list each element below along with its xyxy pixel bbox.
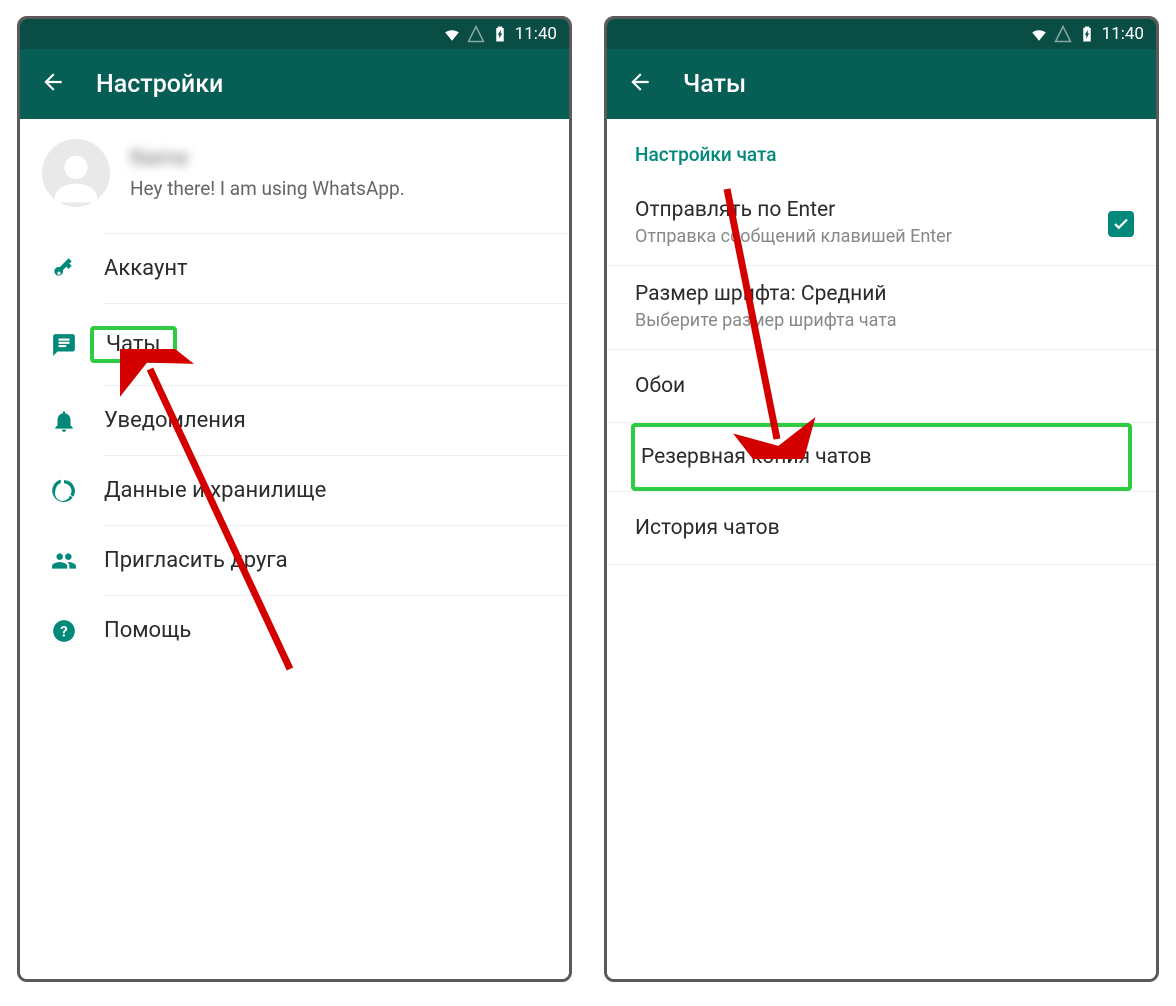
menu-account[interactable]: Аккаунт [104,233,569,304]
menu-notifications[interactable]: Уведомления [104,386,569,456]
checkbox-checked[interactable] [1108,211,1134,237]
row-font-size[interactable]: Размер шрифта: Средний Выберите размер ш… [607,266,1156,350]
menu-label: Пригласить друга [104,548,288,573]
section-header: Настройки чата [607,119,1156,182]
person-icon [48,151,104,207]
row-primary: Резервная копия чатов [639,445,1124,469]
arrow-left-icon [40,69,66,95]
people-icon [48,545,80,577]
screen-chats: 11:40 Чаты Настройки чата Отправлять по … [604,16,1159,982]
row-primary: Обои [635,374,1128,398]
battery-icon [491,25,509,43]
content: Name Hey there! I am using WhatsApp. Акк… [20,119,569,979]
signal-icon [467,25,485,43]
row-primary: Отправлять по Enter [635,198,1128,222]
svg-text:?: ? [60,622,68,640]
menu-data[interactable]: Данные и хранилище [104,456,569,526]
row-primary: Размер шрифта: Средний [635,282,1128,306]
profile-row[interactable]: Name Hey there! I am using WhatsApp. [20,119,569,233]
menu-chats[interactable]: Чаты [104,304,569,386]
page-title: Настройки [96,70,223,99]
chats-highlight: Чаты [90,326,177,363]
menu-help[interactable]: ? Помощь [104,596,569,665]
row-wallpaper[interactable]: Обои [607,350,1156,423]
app-bar: Чаты [607,49,1156,119]
menu-label: Помощь [104,618,191,643]
check-icon [1112,215,1130,233]
help-icon: ? [48,615,80,647]
menu-invite[interactable]: Пригласить друга [104,526,569,596]
menu-label: Уведомления [104,408,246,433]
profile-status: Hey there! I am using WhatsApp. [130,177,405,200]
profile-name-blurred: Name [130,146,405,171]
status-time: 11:40 [515,24,557,44]
back-button[interactable] [40,69,66,99]
row-enter-send[interactable]: Отправлять по Enter Отправка сообщений к… [607,182,1156,266]
row-primary: История чатов [635,516,1128,540]
row-secondary: Выберите размер шрифта чата [635,310,1128,331]
row-history[interactable]: История чатов [607,491,1156,565]
menu-label: Чаты [106,332,161,357]
signal-icon [1054,25,1072,43]
back-button[interactable] [627,69,653,99]
screen-settings: 11:40 Настройки Name Hey there! I am usi… [17,16,572,982]
battery-icon [1078,25,1096,43]
wifi-icon [1030,25,1048,43]
row-secondary: Отправка сообщений клавишей Enter [635,226,1128,247]
app-bar: Настройки [20,49,569,119]
status-bar: 11:40 [607,19,1156,49]
page-title: Чаты [683,70,746,99]
wifi-icon [443,25,461,43]
key-icon [48,253,80,285]
arrow-left-icon [627,69,653,95]
chat-icon [48,329,80,361]
menu-label: Аккаунт [104,256,188,281]
row-backup-highlight[interactable]: Резервная копия чатов [631,423,1132,491]
data-usage-icon [48,475,80,507]
menu-list: Аккаунт Чаты Уведомления Данные и хранил… [20,233,569,665]
bell-icon [48,405,80,437]
menu-label: Данные и хранилище [104,478,326,503]
status-time: 11:40 [1102,24,1144,44]
content: Настройки чата Отправлять по Enter Отпра… [607,119,1156,979]
status-bar: 11:40 [20,19,569,49]
avatar [42,139,110,207]
profile-text: Name Hey there! I am using WhatsApp. [130,146,405,200]
